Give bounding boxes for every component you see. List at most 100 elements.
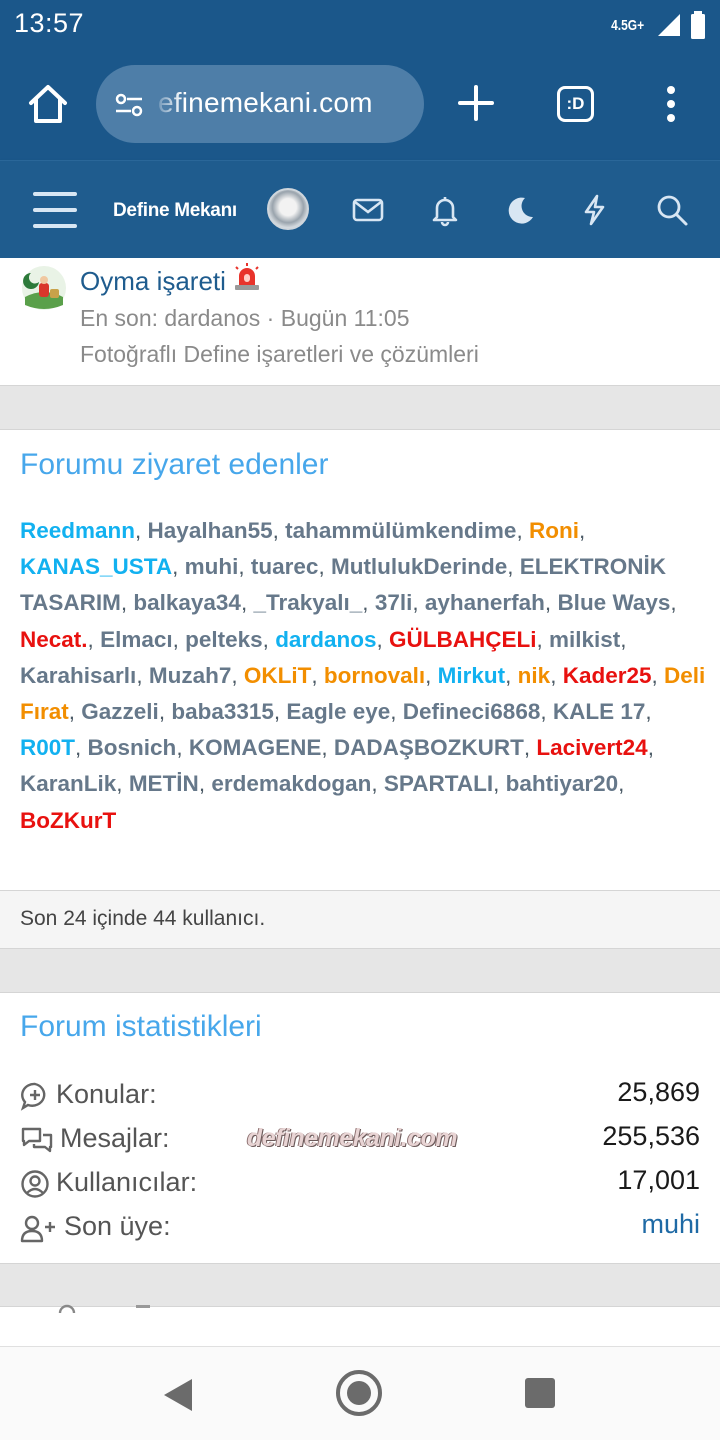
- battery-icon: [691, 11, 705, 39]
- visitor-username[interactable]: Kader25: [563, 663, 652, 688]
- user-avatar[interactable]: [267, 188, 309, 230]
- visitor-username[interactable]: _Trakyalı_: [253, 590, 362, 615]
- visitor-separator: ,: [135, 518, 148, 543]
- visitor-username[interactable]: baba3315: [171, 699, 274, 724]
- user-circle-icon: [21, 1170, 49, 1198]
- visitor-username[interactable]: Gazzeli: [81, 699, 159, 724]
- visitor-username[interactable]: Karahisarlı: [20, 663, 136, 688]
- visitor-username[interactable]: Eagle eye: [286, 699, 390, 724]
- stat-label: Son üye:: [64, 1211, 171, 1241]
- visitor-separator: ,: [376, 626, 389, 652]
- visitor-username[interactable]: OKLiT: [244, 663, 312, 688]
- visitor-username[interactable]: Bosnich: [88, 735, 177, 760]
- visitor-username[interactable]: dardanos: [275, 627, 376, 652]
- watermark-logo: definemekani.com: [247, 1124, 458, 1152]
- visitor-separator: ,: [550, 662, 563, 688]
- visitor-username[interactable]: Mirkut: [438, 663, 506, 688]
- visitor-username[interactable]: Elmacı: [100, 627, 173, 652]
- visitor-username[interactable]: bornovalı: [324, 663, 425, 688]
- site-logo-text[interactable]: Define Mekanı: [113, 200, 237, 222]
- visitor-separator: ,: [540, 699, 553, 725]
- stats-title[interactable]: Forum istatistikleri: [20, 1010, 262, 1044]
- back-icon[interactable]: [160, 1377, 196, 1413]
- visitor-username[interactable]: KANAS_USTA: [20, 554, 172, 579]
- visitor-username[interactable]: MutlulukDerinde: [331, 554, 507, 579]
- visitor-username[interactable]: Blue Ways: [557, 590, 670, 615]
- visitor-separator: ,: [311, 662, 324, 688]
- status-time: 13:57: [14, 8, 85, 38]
- visitor-username[interactable]: Roni: [529, 518, 579, 543]
- visitor-separator: ,: [116, 771, 129, 797]
- lightning-icon[interactable]: [577, 193, 611, 227]
- more-options-icon[interactable]: [660, 84, 682, 124]
- visitor-separator: ,: [321, 735, 334, 761]
- visitor-username[interactable]: Muzah7: [149, 663, 232, 688]
- visitor-username[interactable]: Hayalhan55: [148, 518, 273, 543]
- envelope-icon[interactable]: [351, 193, 385, 227]
- new-tab-icon[interactable]: [456, 83, 496, 123]
- status-icons: 4.5G+: [607, 10, 706, 40]
- next-block-label-fragment: [136, 1305, 150, 1308]
- visitor-username[interactable]: balkaya34: [133, 590, 241, 615]
- visitor-separator: ,: [272, 518, 286, 543]
- search-icon[interactable]: [655, 193, 689, 227]
- visitor-username[interactable]: KOMAGENE: [189, 735, 322, 760]
- visitor-separator: ,: [240, 590, 254, 616]
- visitor-separator: ,: [516, 518, 529, 543]
- visitor-separator: ,: [136, 662, 149, 688]
- visitor-separator: ,: [390, 699, 403, 725]
- visitor-username[interactable]: KaranLik: [20, 771, 116, 796]
- hamburger-menu-icon[interactable]: [33, 192, 77, 228]
- visitor-separator: ,: [618, 771, 625, 797]
- visitor-separator: ,: [507, 554, 520, 580]
- visitor-username[interactable]: BoZKurT: [20, 808, 116, 833]
- visitor-username[interactable]: R00T: [20, 735, 75, 760]
- stat-label: Kullanıcılar:: [56, 1167, 198, 1197]
- visitor-username[interactable]: DADAŞBOZKURT: [334, 735, 524, 760]
- stat-threads: Konular: 25,869: [20, 1077, 700, 1117]
- latest-member-link[interactable]: muhi: [641, 1209, 700, 1240]
- visitor-username[interactable]: KALE 17: [553, 699, 646, 724]
- address-bar[interactable]: efinemekani.com: [96, 65, 424, 143]
- visitor-username[interactable]: ayhanerfah: [425, 590, 545, 615]
- visitor-username[interactable]: bahtiyar20: [506, 771, 619, 796]
- visitor-separator: ,: [158, 699, 172, 725]
- siren-icon: [234, 263, 259, 290]
- bell-icon[interactable]: [428, 193, 462, 227]
- home-nav-icon[interactable]: [336, 1370, 382, 1416]
- visitor-username[interactable]: nik: [518, 663, 551, 688]
- visitor-username[interactable]: pelteks: [185, 627, 263, 652]
- node-last-post[interactable]: En son: dardanos · Bugün 11:05: [80, 305, 409, 332]
- visitor-separator: ,: [523, 735, 537, 761]
- visitor-username[interactable]: SPARTALI: [384, 771, 493, 796]
- visitor-separator: ,: [172, 554, 185, 580]
- visitors-title[interactable]: Forumu ziyaret edenler: [20, 448, 328, 482]
- stat-value: 25,869: [617, 1077, 700, 1107]
- visitor-username[interactable]: tahammülümkendime: [285, 518, 516, 543]
- visitor-separator: ,: [262, 626, 276, 652]
- visitor-username[interactable]: 37li: [375, 590, 413, 615]
- site-settings-icon[interactable]: [114, 90, 144, 120]
- visitor-username[interactable]: Defineci6868: [403, 699, 541, 724]
- visitor-username[interactable]: Necat.: [20, 627, 88, 652]
- visitor-username[interactable]: METİN: [129, 771, 199, 796]
- visitor-separator: ,: [670, 590, 677, 616]
- stat-label: Konular:: [56, 1079, 157, 1109]
- comments-icon: [21, 1127, 53, 1153]
- tab-switcher-button[interactable]: :D: [557, 86, 594, 122]
- home-icon[interactable]: [26, 82, 70, 126]
- visitor-username[interactable]: Lacivert24: [536, 735, 647, 760]
- visitor-separator: ,: [651, 662, 665, 688]
- visitor-username[interactable]: milkist: [549, 627, 620, 652]
- node-title-text[interactable]: Oyma işareti: [80, 266, 226, 296]
- moon-icon[interactable]: [503, 193, 537, 227]
- visitor-username[interactable]: tuarec: [251, 554, 319, 579]
- visitor-username[interactable]: GÜLBAHÇELi: [389, 627, 537, 652]
- visitor-username[interactable]: muhi: [185, 554, 239, 579]
- visitor-username[interactable]: Reedmann: [20, 518, 135, 543]
- visitor-username[interactable]: erdemakdogan: [211, 771, 371, 796]
- recents-icon[interactable]: [525, 1378, 555, 1408]
- node-title[interactable]: Oyma işareti: [80, 262, 262, 297]
- comment-plus-icon: [20, 1082, 46, 1111]
- visitor-separator: ,: [536, 626, 549, 652]
